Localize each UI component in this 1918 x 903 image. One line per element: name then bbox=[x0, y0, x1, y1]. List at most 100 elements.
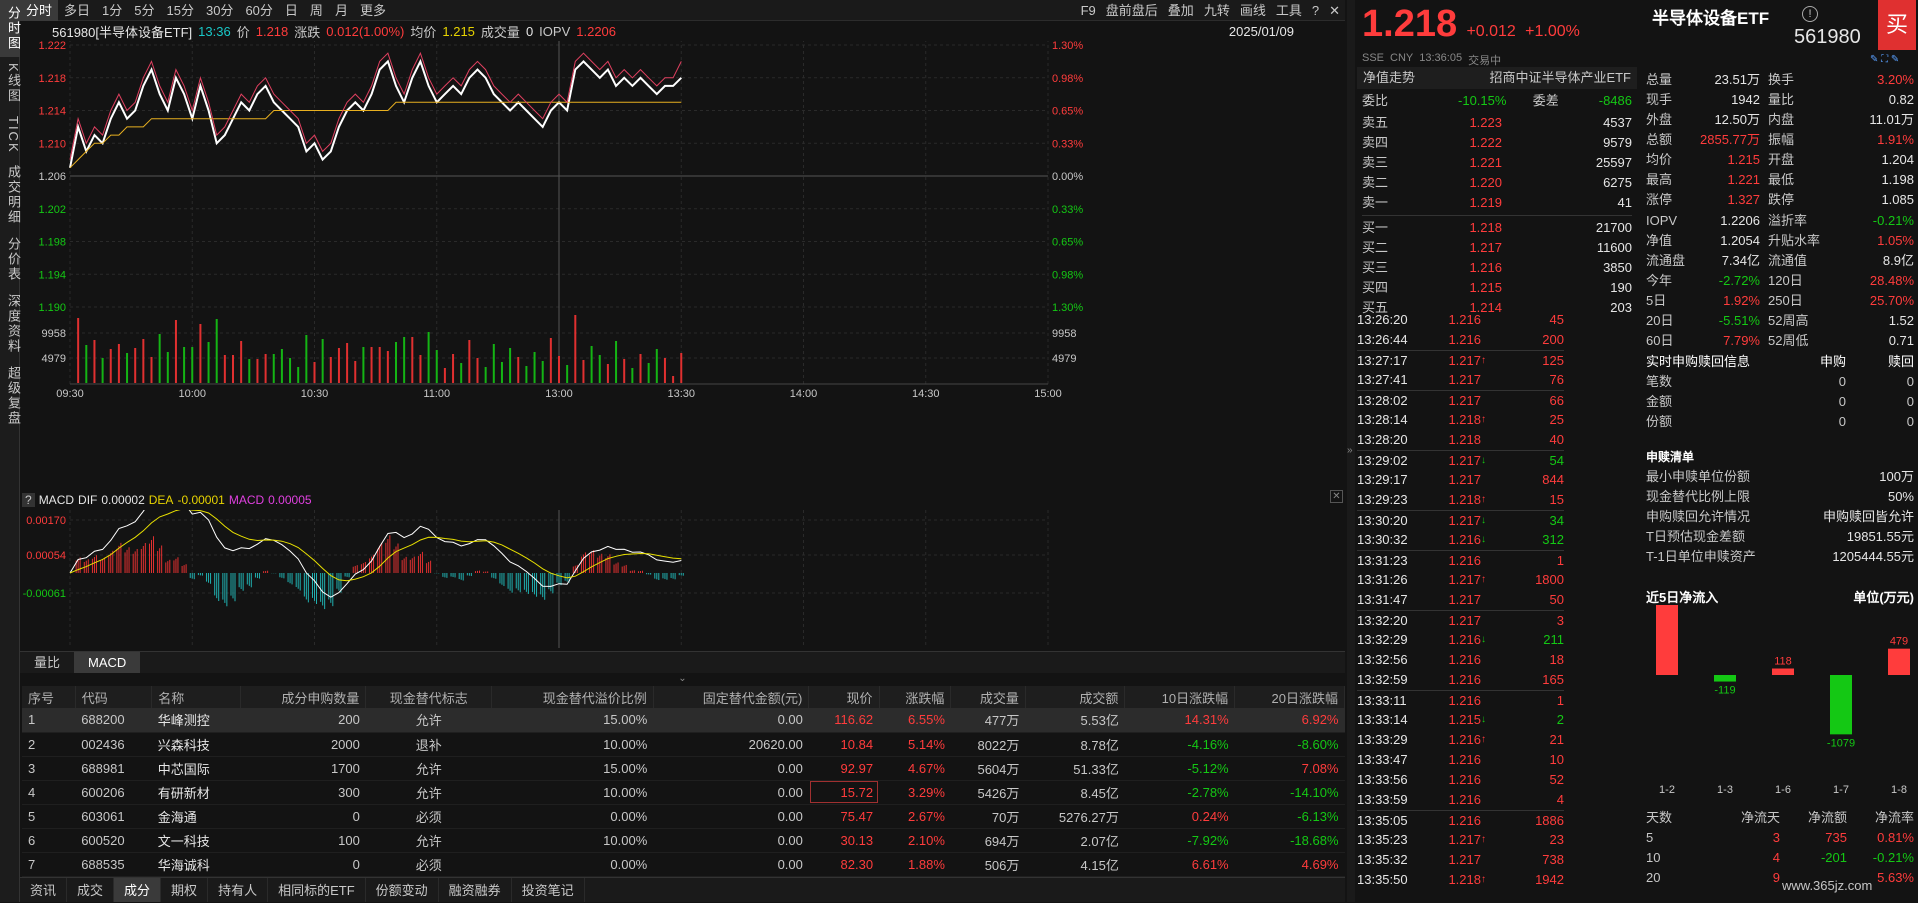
column-header[interactable]: 涨跌幅 bbox=[879, 686, 952, 708]
vtab-4[interactable]: 分价表 bbox=[0, 231, 21, 288]
orderbook-row[interactable]: 卖二 1.220 6275 bbox=[1362, 173, 1632, 193]
vtab-2[interactable]: TICK bbox=[0, 110, 21, 160]
orderbook-row[interactable]: 卖四 1.222 9579 bbox=[1362, 133, 1632, 153]
x-tick-label: 13:00 bbox=[545, 388, 573, 400]
panel-splitter[interactable]: ⌄ bbox=[20, 673, 1345, 685]
bottom-tab-2[interactable]: 成分 bbox=[114, 878, 162, 902]
buy-button[interactable]: 买 bbox=[1878, 0, 1916, 50]
intraday-chart[interactable]: 1.222 1.30% 1.218 0.98% 1.214 0.65% 1.210 0.33%… bbox=[20, 41, 1345, 486]
column-header[interactable]: 序号 bbox=[22, 686, 76, 708]
stat-row: 5日 1.92% 250日 25.70% bbox=[1646, 291, 1914, 311]
column-header[interactable]: 现金替代溢价比例 bbox=[491, 686, 654, 708]
column-header[interactable]: 现金替代标志 bbox=[365, 686, 493, 708]
stat-label: 涨停 bbox=[1646, 192, 1673, 207]
nav-trend-bar[interactable]: 净值走势 招商中证半导体产业ETF bbox=[1357, 67, 1637, 89]
table-cell: 200 bbox=[240, 708, 366, 733]
bottom-tab-3[interactable]: 期权 bbox=[161, 878, 209, 902]
volume-bar bbox=[476, 358, 479, 383]
orderbook-row[interactable]: 买二 1.217 11600 bbox=[1362, 238, 1632, 258]
close-icon[interactable]: ✕ bbox=[1324, 0, 1345, 21]
bottom-tab-8[interactable]: 投资笔记 bbox=[512, 878, 585, 902]
column-header[interactable]: 固定替代金额(元) bbox=[653, 686, 810, 708]
volume-bar bbox=[631, 368, 634, 383]
tab-volume-ratio[interactable]: 量比 bbox=[20, 652, 74, 673]
edit-icons[interactable]: ✎ ⛶ ✎ bbox=[1870, 54, 1899, 65]
tick-time: 13:30:32 bbox=[1357, 532, 1408, 547]
period-tab-8[interactable]: 周 bbox=[304, 0, 329, 21]
price-value: 1.218 bbox=[255, 23, 289, 39]
netflow-col: 净流额 bbox=[1807, 810, 1847, 825]
close-icon[interactable]: ✕ bbox=[1330, 490, 1343, 503]
tick-list[interactable]: 13:26:20 1.216 45 13:26:44 1.216 200 13:27:17 1… bbox=[1357, 310, 1564, 902]
period-tab-3[interactable]: 5分 bbox=[128, 0, 160, 21]
table-row[interactable]: 5 603061 金海通 0 必须 0.00% 0.00 75.47 2.67% 70万 5276.… bbox=[22, 804, 1345, 829]
bottom-tab-5[interactable]: 相同标的ETF bbox=[268, 878, 366, 902]
tab-macd[interactable]: MACD bbox=[74, 652, 141, 673]
table-row[interactable]: 3 688981 中芯国际 1700 允许 15.00% 0.00 92.97 4.67% 560… bbox=[22, 756, 1345, 781]
period-tab-1[interactable]: 多日 bbox=[58, 0, 96, 21]
vtab-5[interactable]: 深度资料 bbox=[0, 288, 21, 360]
volume-bar bbox=[109, 349, 112, 383]
column-header[interactable]: 成交额 bbox=[1025, 686, 1126, 708]
level-volume: 3850 bbox=[1603, 260, 1632, 275]
volume-bar bbox=[452, 354, 455, 383]
tool-2[interactable]: 叠加 bbox=[1163, 0, 1199, 21]
period-tab-2[interactable]: 1分 bbox=[96, 0, 128, 21]
column-header[interactable]: 10日涨跌幅 bbox=[1124, 686, 1236, 708]
period-tab-4[interactable]: 15分 bbox=[161, 0, 200, 21]
orderbook-row[interactable]: 买一 1.218 21700 bbox=[1362, 218, 1632, 238]
bottom-tab-4[interactable]: 持有人 bbox=[208, 878, 269, 902]
pct-tick-label: 1.30% bbox=[1052, 302, 1083, 314]
tool-1[interactable]: 盘前盘后 bbox=[1101, 0, 1163, 21]
vtab-1[interactable]: K线图 bbox=[0, 57, 21, 110]
stat-value: 2855.77万 bbox=[1700, 132, 1760, 147]
period-tab-6[interactable]: 60分 bbox=[239, 0, 278, 21]
info-icon[interactable]: ! bbox=[1802, 6, 1818, 22]
table-row[interactable]: 7 688535 华海诚科 0 必须 0.00% 0.00 82.30 1.88% 506万 4.1… bbox=[22, 852, 1345, 877]
table-cell: 2000 bbox=[240, 732, 366, 757]
tool-4[interactable]: 画线 bbox=[1235, 0, 1271, 21]
column-header[interactable]: 成分申购数量 bbox=[240, 686, 367, 708]
orderbook-row[interactable]: 卖三 1.221 25597 bbox=[1362, 153, 1632, 173]
column-header[interactable]: 20日涨跌幅 bbox=[1234, 686, 1345, 708]
tick-price: 1.216 bbox=[1448, 693, 1481, 708]
stat-label: 内盘 bbox=[1768, 112, 1795, 127]
table-cell: -5.12% bbox=[1124, 756, 1235, 781]
help-icon[interactable]: ? bbox=[22, 493, 35, 507]
vtab-0[interactable]: 分时图 bbox=[0, 0, 21, 57]
column-header[interactable]: 现价 bbox=[808, 686, 880, 708]
period-tab-0[interactable]: 分时 bbox=[20, 0, 59, 21]
table-row[interactable]: 4 600206 有研新材 300 允许 10.00% 0.00 15.72 3.29% 5426… bbox=[22, 780, 1345, 805]
orderbook-row[interactable]: 卖五 1.223 4537 bbox=[1362, 113, 1632, 133]
vol-tick-label-right: 9958 bbox=[1052, 328, 1076, 340]
tool-3[interactable]: 九转 bbox=[1199, 0, 1235, 21]
bottom-tab-7[interactable]: 融资融券 bbox=[439, 878, 512, 902]
bottom-tab-0[interactable]: 资讯 bbox=[20, 878, 68, 902]
sg-label: 最小申赎单位份额 bbox=[1646, 469, 1751, 484]
orderbook-row[interactable]: 买四 1.215 190 bbox=[1362, 278, 1632, 298]
column-header[interactable]: 代码 bbox=[75, 686, 153, 708]
tick-price: 1.218 bbox=[1448, 872, 1481, 887]
column-header[interactable]: 名称 bbox=[151, 686, 241, 708]
bottom-tab-1[interactable]: 成交 bbox=[67, 878, 115, 902]
table-row[interactable]: 2 002436 兴森科技 2000 退补 10.00% 20620.00 10.84 5.14… bbox=[22, 732, 1345, 757]
collapse-handle[interactable]: » bbox=[1347, 0, 1355, 902]
vtab-6[interactable]: 超级复盘 bbox=[0, 360, 21, 432]
period-tab-10[interactable]: 更多 bbox=[354, 0, 392, 21]
bottom-tab-6[interactable]: 份额变动 bbox=[366, 878, 439, 902]
table-row[interactable]: 1 688200 华峰测控 200 允许 15.00% 0.00 116.62 6.55% 477… bbox=[22, 708, 1345, 733]
tool-5[interactable]: 工具 bbox=[1271, 0, 1307, 21]
macd-chart[interactable]: 0.00170 0.00054 -0.00061 bbox=[20, 510, 1345, 650]
column-header[interactable]: 成交量 bbox=[950, 686, 1026, 708]
period-tab-7[interactable]: 日 bbox=[279, 0, 304, 21]
orderbook-row[interactable]: 卖一 1.219 41 bbox=[1362, 193, 1632, 213]
tool-0[interactable]: F9 bbox=[1076, 0, 1101, 21]
weibi-label: 委比 bbox=[1362, 93, 1389, 108]
table-row[interactable]: 6 600520 文一科技 100 允许 10.00% 0.00 30.13 2.10% 694万… bbox=[22, 828, 1345, 853]
tick-volume: 21 bbox=[1549, 732, 1564, 747]
orderbook-row[interactable]: 买三 1.216 3850 bbox=[1362, 258, 1632, 278]
period-tab-5[interactable]: 30分 bbox=[200, 0, 239, 21]
period-tab-9[interactable]: 月 bbox=[329, 0, 354, 21]
vtab-3[interactable]: 成交明细 bbox=[0, 159, 21, 231]
help-icon[interactable]: ? bbox=[1307, 0, 1324, 21]
